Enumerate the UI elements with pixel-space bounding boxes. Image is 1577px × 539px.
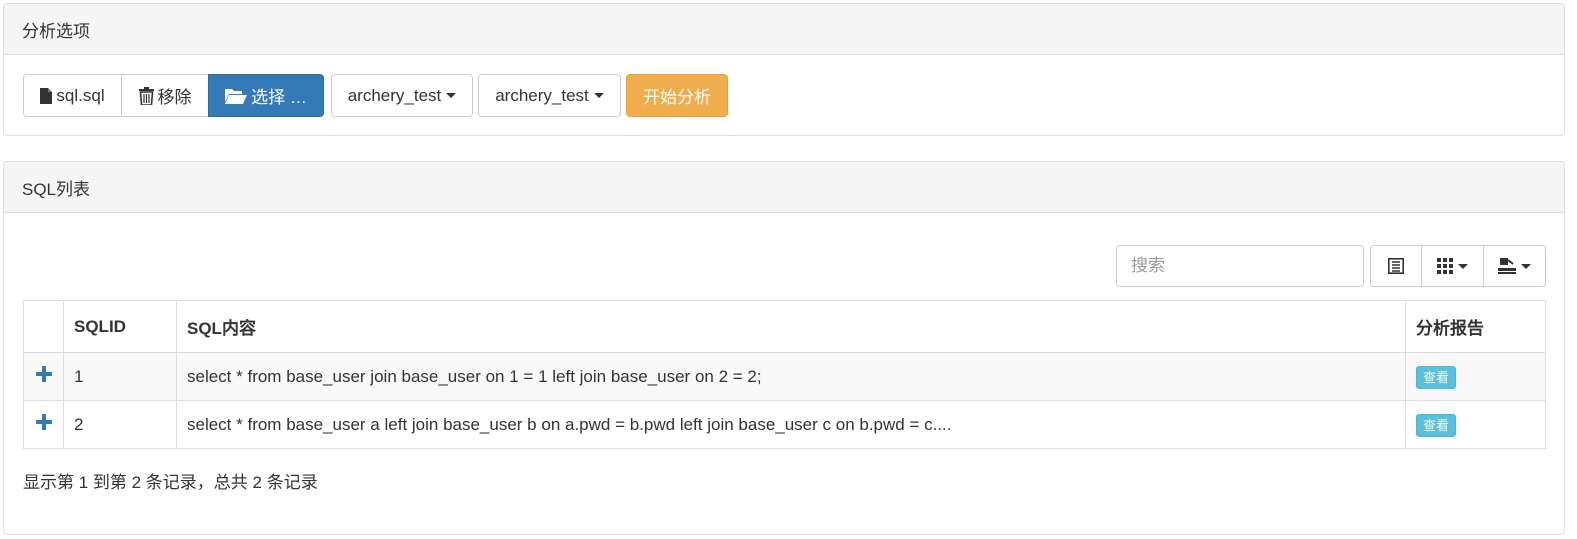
grid-icon	[1437, 258, 1453, 274]
panel-title: SQL列表	[4, 162, 1564, 213]
sql-list-panel: SQL列表 SQLID SQL内容 分析报告	[3, 161, 1565, 535]
database-select[interactable]: archery_test	[478, 74, 621, 117]
export-icon	[1498, 258, 1516, 274]
choose-file-button[interactable]: 选择 …	[208, 74, 324, 117]
caret-down-icon	[1521, 263, 1531, 269]
expand-cell[interactable]	[24, 353, 64, 400]
panel-title: 分析选项	[4, 4, 1564, 55]
folder-open-icon	[225, 87, 248, 104]
table-header-row: SQLID SQL内容 分析报告	[24, 301, 1545, 352]
report-cell: 查看	[1406, 353, 1545, 400]
export-button[interactable]	[1483, 245, 1546, 287]
sqlid-cell: 2	[64, 401, 177, 448]
database-select-value: archery_test	[495, 85, 589, 105]
remove-button[interactable]: 移除	[121, 74, 209, 117]
table-row: 1 select * from base_user join base_user…	[24, 352, 1545, 400]
file-name: sql.sql	[56, 85, 105, 105]
file-icon	[40, 87, 53, 104]
search-input[interactable]	[1116, 245, 1364, 287]
header-expand-cell	[24, 301, 64, 352]
sql-content-cell: select * from base_user a left join base…	[177, 401, 1406, 448]
plus-icon[interactable]	[35, 414, 52, 435]
sql-table: SQLID SQL内容 分析报告 1 select * from base_us…	[23, 300, 1546, 449]
choose-label: 选择 …	[251, 88, 307, 107]
instance-select-value: archery_test	[347, 85, 442, 105]
remove-label: 移除	[157, 88, 192, 107]
expand-cell[interactable]	[24, 401, 64, 448]
report-cell: 查看	[1406, 401, 1545, 448]
pagination-info: 显示第 1 到第 2 条记录，总共 2 条记录	[23, 473, 318, 492]
list-alt-icon	[1388, 258, 1404, 274]
caret-down-icon	[446, 93, 457, 98]
header-sql-content[interactable]: SQL内容	[177, 301, 1406, 352]
caret-down-icon	[593, 93, 604, 98]
view-report-button[interactable]: 查看	[1416, 366, 1457, 389]
header-report[interactable]: 分析报告	[1406, 301, 1545, 352]
instance-select[interactable]: archery_test	[331, 74, 473, 117]
view-report-button[interactable]: 查看	[1416, 414, 1457, 437]
sqlid-cell: 1	[64, 353, 177, 400]
caret-down-icon	[1458, 263, 1468, 269]
columns-toggle-button[interactable]	[1421, 245, 1484, 287]
sql-content-cell: select * from base_user join base_user o…	[177, 353, 1406, 400]
plus-icon[interactable]	[35, 366, 52, 387]
file-name-display: sql.sql	[23, 74, 122, 117]
trash-icon	[138, 86, 154, 105]
header-sqlid[interactable]: SQLID	[64, 301, 177, 352]
analysis-options-panel: 分析选项 sql.sql 移除 选择 … archery_test archer…	[3, 3, 1565, 136]
toggle-view-button[interactable]	[1370, 245, 1422, 287]
table-row: 2 select * from base_user a left join ba…	[24, 400, 1545, 448]
start-analysis-button[interactable]: 开始分析	[626, 74, 728, 117]
